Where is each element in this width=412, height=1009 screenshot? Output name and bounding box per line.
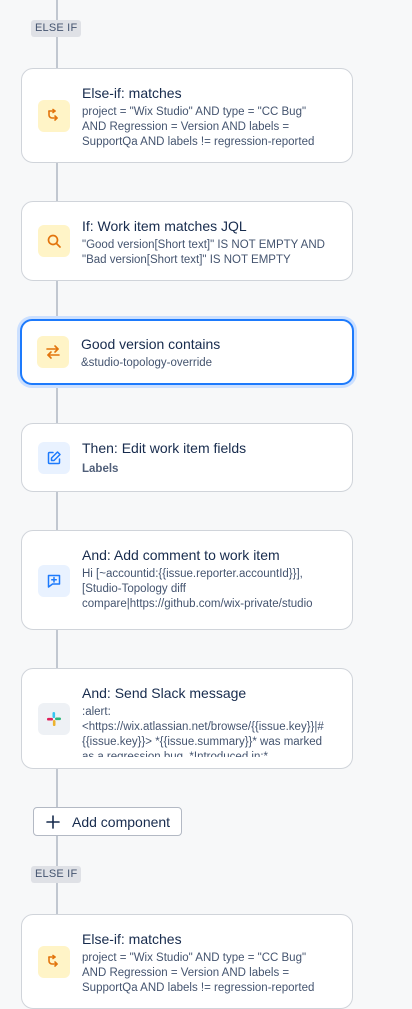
component-description: project = "Wix Studio" AND type = "CC Bu… — [82, 952, 315, 994]
connector-line — [56, 163, 58, 201]
component-description: Hi [~accountid:{{issue.reporter.accountI… — [82, 568, 313, 610]
swap-icon — [37, 336, 69, 368]
branch-icon — [38, 946, 70, 978]
connector-line — [56, 492, 58, 530]
component-card-slack[interactable]: And: Send Slack message :alert: <https:/… — [21, 668, 353, 769]
component-card-else-if[interactable]: Else-if: matches project = "Wix Studio" … — [21, 914, 353, 1009]
search-icon — [38, 225, 70, 257]
else-if-lozenge: ELSE IF — [31, 866, 82, 883]
component-title: And: Send Slack message — [82, 685, 247, 701]
component-description: project = "Wix Studio" AND type = "CC Bu… — [82, 106, 315, 148]
component-card-edit-fields[interactable]: Then: Edit work item fields Labels — [21, 423, 353, 492]
comment-add-icon — [38, 565, 70, 597]
plus-icon — [34, 814, 72, 829]
component-title: Then: Edit work item fields — [82, 440, 247, 456]
component-description: "Good version[Short text]" IS NOT EMPTY … — [82, 239, 325, 266]
component-description: :alert: <https://wix.atlassian.net/brows… — [82, 706, 324, 757]
component-card-add-comment[interactable]: And: Add comment to work item Hi [~accou… — [21, 530, 353, 630]
component-title: Else-if: matches — [82, 85, 182, 101]
connector-line — [56, 769, 58, 807]
component-title: And: Add comment to work item — [82, 547, 280, 563]
component-description: Labels — [82, 463, 119, 475]
component-title: Good version contains — [81, 336, 221, 352]
edit-icon — [38, 442, 70, 474]
add-component-button[interactable]: Add component — [33, 807, 182, 836]
component-title: Else-if: matches — [82, 931, 182, 947]
branch-icon — [38, 100, 70, 132]
slack-icon — [38, 703, 70, 735]
component-description: &studio-topology-override — [81, 357, 213, 369]
component-card-if-jql[interactable]: If: Work item matches JQL "Good version[… — [21, 201, 353, 281]
component-title: If: Work item matches JQL — [82, 218, 247, 234]
component-card-good-version[interactable]: Good version contains &studio-topology-o… — [20, 319, 354, 385]
connector-line — [56, 630, 58, 668]
component-card-else-if[interactable]: Else-if: matches project = "Wix Studio" … — [21, 68, 353, 163]
add-component-label: Add component — [72, 813, 171, 830]
connector-line — [56, 385, 58, 423]
else-if-lozenge: ELSE IF — [31, 20, 82, 37]
connector-line — [56, 281, 58, 319]
